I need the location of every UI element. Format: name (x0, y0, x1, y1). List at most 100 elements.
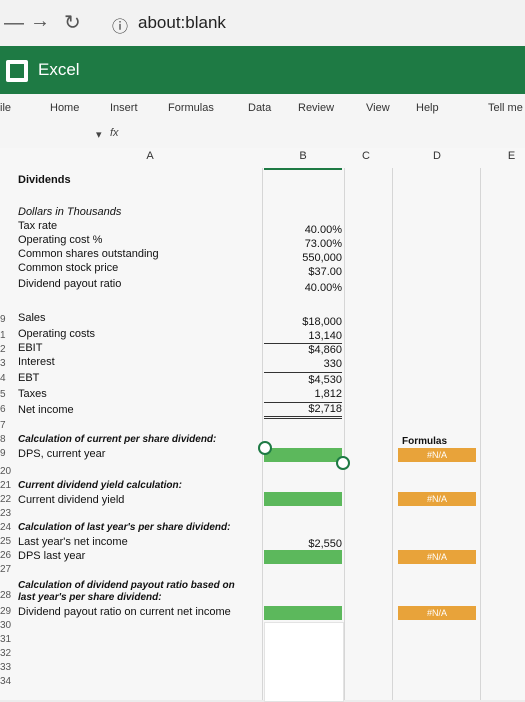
tab-file[interactable]: ile (0, 102, 11, 114)
calc-label: DPS last year (18, 550, 86, 562)
input-value[interactable]: 73.00% (262, 238, 342, 250)
grid-line (480, 168, 481, 700)
tab-data[interactable]: Data (248, 102, 271, 114)
row-number[interactable]: 27 (0, 564, 12, 575)
selection-handle[interactable] (258, 441, 272, 455)
row-number[interactable]: 32 (0, 648, 12, 659)
input-cell-b19[interactable] (264, 448, 342, 462)
excel-logo-icon (6, 60, 28, 82)
row-number[interactable]: 9 (0, 448, 12, 459)
input-value[interactable]: $37.00 (262, 266, 342, 278)
row-number[interactable]: 28 (0, 590, 12, 601)
income-value[interactable]: $4,530 (262, 374, 342, 386)
calc-label: Last year's net income (18, 536, 128, 548)
section-heading: Calculation of dividend payout ratio bas… (18, 580, 235, 591)
input-value[interactable]: 550,000 (262, 252, 342, 264)
tab-insert[interactable]: Insert (110, 102, 138, 114)
empty-cells[interactable] (264, 622, 344, 702)
calc-label: Dividend payout ratio on current net inc… (18, 606, 231, 618)
column-header-e[interactable]: E (498, 150, 525, 168)
row-number[interactable]: 31 (0, 634, 12, 645)
grid-line (344, 168, 345, 700)
input-label: Common stock price (18, 262, 119, 274)
units-label: Dollars in Thousands (18, 206, 122, 218)
income-label: Taxes (18, 388, 47, 400)
tab-formulas[interactable]: Formulas (168, 102, 214, 114)
row-number[interactable]: 25 (0, 536, 12, 547)
address-bar[interactable]: about:blank (138, 13, 226, 33)
info-icon[interactable]: ⓘ (112, 13, 128, 37)
row-number[interactable]: 34 (0, 676, 12, 687)
formula-cell-d22[interactable]: #N/A (398, 492, 476, 506)
income-value[interactable]: 13,140 (262, 330, 342, 342)
income-value[interactable]: 330 (262, 358, 342, 370)
income-value[interactable]: $4,860 (262, 344, 342, 356)
income-label: Sales (18, 312, 46, 324)
row-number[interactable]: 30 (0, 620, 12, 631)
tab-view[interactable]: View (366, 102, 390, 114)
tab-help[interactable]: Help (416, 102, 439, 114)
income-value[interactable]: 1,812 (262, 388, 342, 400)
income-value[interactable]: $2,718 (262, 403, 342, 415)
column-header-b[interactable]: B (264, 150, 342, 170)
calc-label: Current dividend yield (18, 494, 125, 506)
row-number[interactable]: 26 (0, 550, 12, 561)
row-number[interactable]: 33 (0, 662, 12, 673)
chevron-down-icon[interactable]: ▾ (96, 128, 102, 141)
row-number[interactable]: 4 (0, 373, 12, 384)
income-label: EBIT (18, 342, 43, 354)
double-underline (264, 418, 342, 419)
column-header-a[interactable]: A (90, 150, 210, 168)
last-year-net-income[interactable]: $2,550 (262, 538, 342, 550)
row-number[interactable]: 29 (0, 606, 12, 617)
grid-line (392, 168, 393, 700)
back-arrow-icon[interactable]: — (4, 12, 24, 35)
app-title: Excel (38, 60, 80, 79)
income-label: Operating costs (18, 328, 96, 340)
income-label: EBT (18, 372, 40, 384)
formula-bar[interactable] (0, 124, 525, 149)
formula-cell-d29[interactable]: #N/A (398, 606, 476, 620)
row-number[interactable]: 24 (0, 522, 12, 533)
row-number[interactable]: 22 (0, 494, 12, 505)
column-header-c[interactable]: C (346, 150, 386, 168)
selection-handle[interactable] (336, 456, 350, 470)
row-number[interactable]: 21 (0, 480, 12, 491)
input-label: Operating cost % (18, 234, 103, 246)
row-number[interactable]: 9 (0, 314, 12, 325)
row-number[interactable]: 2 (0, 344, 12, 355)
double-underline (264, 416, 342, 417)
input-value[interactable]: 40.00% (262, 282, 342, 294)
input-label: Dividend payout ratio (18, 278, 122, 290)
input-cell-b26[interactable] (264, 550, 342, 564)
input-label: Common shares outstanding (18, 248, 159, 260)
row-number[interactable]: 7 (0, 420, 12, 431)
row-number[interactable]: 1 (0, 330, 12, 341)
section-heading: last year's per share dividend: (18, 592, 162, 603)
reload-icon[interactable]: ↻ (64, 10, 81, 35)
formulas-header: Formulas (402, 436, 448, 447)
input-cell-b22[interactable] (264, 492, 342, 506)
income-label: Net income (18, 404, 74, 416)
income-value[interactable]: $18,000 (262, 316, 342, 328)
row-number[interactable]: 8 (0, 434, 12, 445)
section-heading: Calculation of last year's per share div… (18, 522, 231, 533)
input-value[interactable]: 40.00% (262, 224, 342, 236)
input-cell-b29[interactable] (264, 606, 342, 620)
forward-arrow-icon[interactable]: → (30, 10, 50, 33)
row-number[interactable]: 23 (0, 508, 12, 519)
underline (264, 372, 342, 373)
row-number[interactable]: 5 (0, 389, 12, 400)
row-number[interactable]: 20 (0, 466, 12, 477)
tab-tell-me[interactable]: Tell me (488, 102, 523, 114)
formula-cell-d26[interactable]: #N/A (398, 550, 476, 564)
column-header-d[interactable]: D (398, 150, 476, 168)
calc-label: DPS, current year (18, 448, 106, 460)
tab-review[interactable]: Review (298, 102, 334, 114)
fx-icon[interactable]: fx (110, 127, 119, 139)
input-label: Tax rate (18, 220, 58, 232)
row-number[interactable]: 6 (0, 404, 12, 415)
tab-home[interactable]: Home (50, 102, 79, 114)
formula-cell-d19[interactable]: #N/A (398, 448, 476, 462)
row-number[interactable]: 3 (0, 358, 12, 369)
